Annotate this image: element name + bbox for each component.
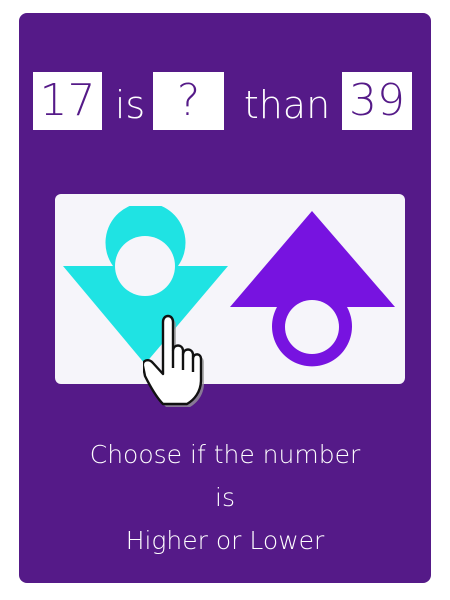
- higher-button[interactable]: [230, 209, 395, 369]
- hand-pointer-icon: [143, 314, 204, 407]
- instruction-line-3: Higher or Lower: [125, 526, 325, 555]
- instruction-line-2: is: [215, 483, 235, 512]
- instruction-line-1: Choose if the number: [89, 440, 361, 469]
- up-arrow-icon: [230, 211, 395, 367]
- right-number-box: 39: [342, 72, 412, 130]
- choice-panel: [55, 194, 405, 407]
- question-row: 17 is ? than 39: [19, 60, 431, 140]
- game-card: 17 is ? than 39 Choose if the number is …: [19, 13, 431, 583]
- left-number-box: 17: [33, 72, 102, 130]
- is-label: is: [114, 83, 146, 127]
- than-label: than: [243, 83, 331, 127]
- unknown-comparison-box: ?: [153, 72, 224, 130]
- instructions-text: Choose if the number is Higher or Lower: [19, 433, 431, 562]
